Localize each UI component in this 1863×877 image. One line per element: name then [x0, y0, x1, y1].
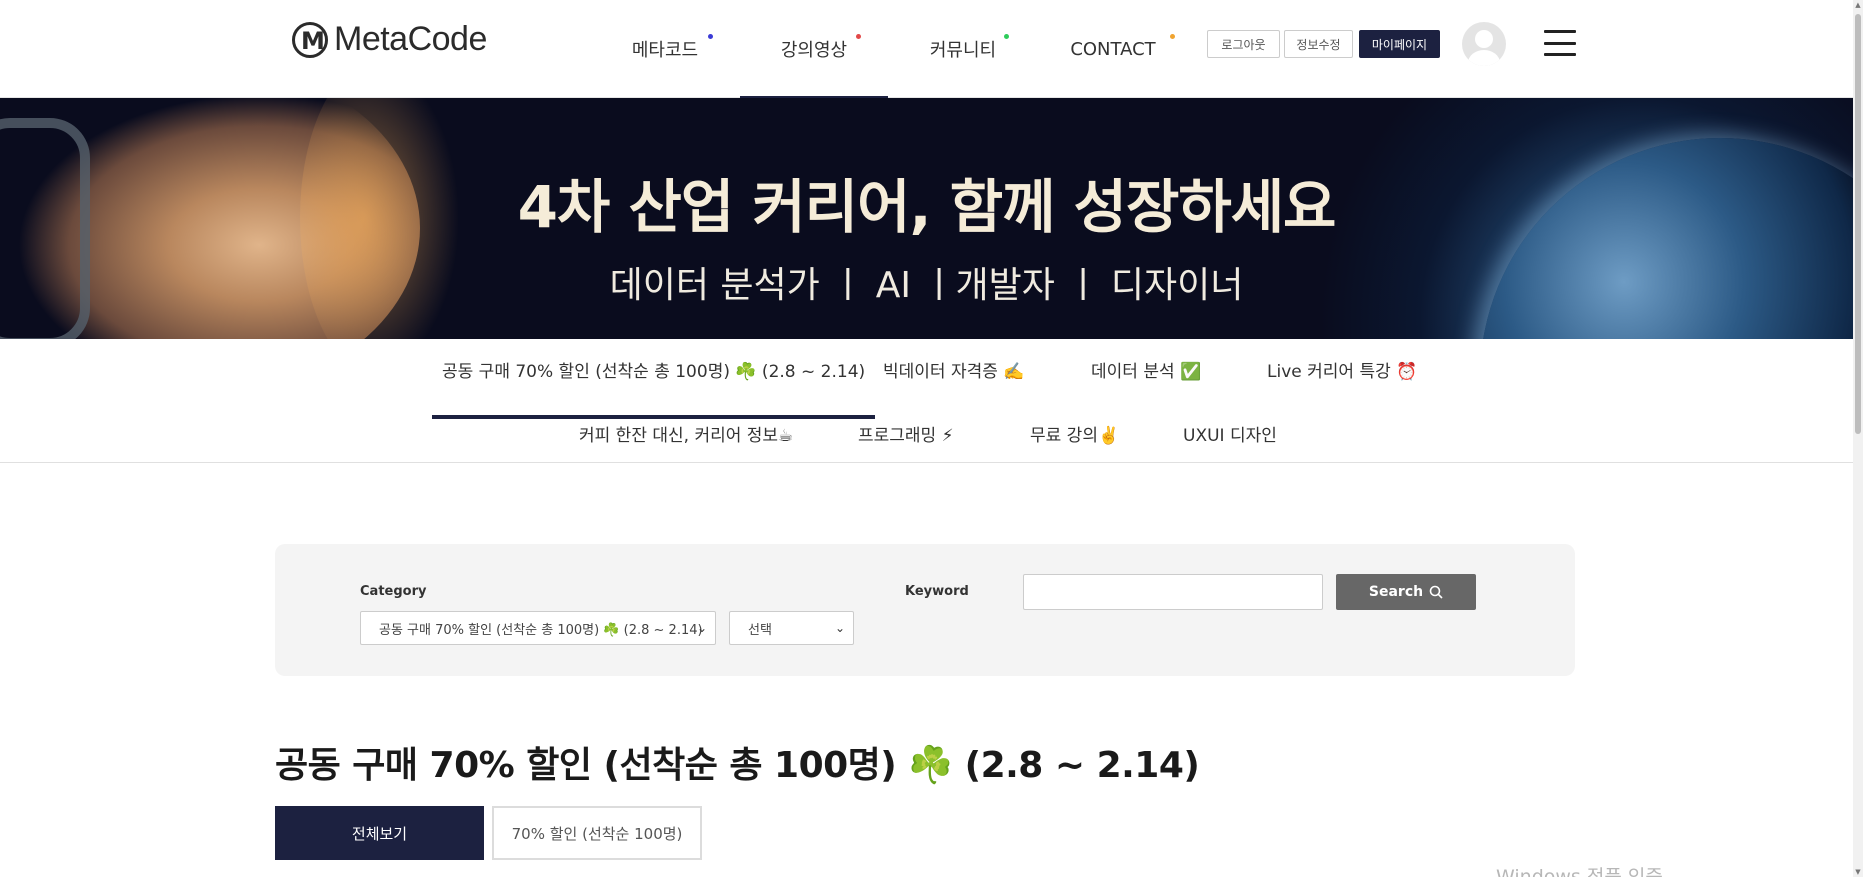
tab-group-buy[interactable]: 공동 구매 70% 할인 (선착순 총 100명) ☘️ (2.8 ~ 2.14…: [431, 357, 876, 419]
nav-item-label: CONTACT: [1070, 38, 1156, 60]
scroll-thumb[interactable]: [1855, 14, 1861, 434]
tab-data-analysis[interactable]: 데이터 분석 ✅: [1091, 357, 1201, 382]
subcategory-select-value: 선택: [748, 622, 772, 638]
nav-item-metacode[interactable]: 메타코드: [590, 0, 740, 98]
category-select-value: 공동 구매 70% 할인 (선착순 총 100명) ☘️ (2.8 ~ 2.14…: [379, 622, 703, 638]
site-header: M MetaCode 메타코드 강의영상 커뮤니티 CONTACT 로그아웃 정…: [0, 0, 1853, 99]
nav-item-contact[interactable]: CONTACT: [1038, 0, 1188, 98]
avatar[interactable]: [1462, 22, 1506, 66]
nav-dot-icon: [856, 34, 861, 39]
windows-activation-watermark: Windows 정품 인증: [1496, 866, 1663, 877]
subcategory-select[interactable]: 선택 ⌄: [729, 611, 854, 645]
nav-dot-icon: [1170, 34, 1175, 39]
scroll-down-icon[interactable]: ▼: [1853, 867, 1863, 877]
logo-text: MetaCode: [334, 20, 487, 58]
logout-button[interactable]: 로그아웃: [1207, 30, 1280, 58]
hero-title: 4차 산업 커리어, 함께 성장하세요: [517, 173, 1337, 241]
tab-free-lecture[interactable]: 무료 강의✌️: [1030, 421, 1119, 446]
hero-subtitle: 데이터 분석가 ㅣ AI ㅣ개발자 ㅣ 디자이너: [609, 265, 1244, 306]
logo-mark-letter: M: [301, 26, 325, 55]
search-icon: [1429, 585, 1443, 599]
nav-item-label: 메타코드: [631, 40, 699, 61]
nav-dot-icon: [708, 34, 713, 39]
logo-mark-icon: M: [292, 21, 328, 58]
chevron-down-icon: ⌄: [834, 621, 845, 635]
avatar-body-icon: [1468, 50, 1500, 66]
nav-item-label: 커뮤니티: [929, 40, 997, 61]
tab-uxui[interactable]: UXUI 디자인: [1183, 421, 1277, 446]
hamburger-line: [1544, 41, 1576, 45]
keyword-label: Keyword: [905, 584, 969, 599]
tab-live-career[interactable]: Live 커리어 특강 ⏰: [1267, 357, 1417, 382]
filter-all-button[interactable]: 전체보기: [275, 806, 484, 860]
scrollbar[interactable]: ▲ ▼: [1853, 0, 1863, 877]
search-button-label: Search: [1368, 584, 1424, 600]
nav-item-community[interactable]: 커뮤니티: [888, 0, 1038, 98]
hamburger-line: [1544, 30, 1576, 33]
hamburger-line: [1544, 53, 1576, 56]
category-tabs: 공동 구매 70% 할인 (선착순 총 100명) ☘️ (2.8 ~ 2.14…: [0, 339, 1853, 463]
avatar-head-icon: [1475, 30, 1493, 48]
hero-banner: 4차 산업 커리어, 함께 성장하세요 데이터 분석가 ㅣ AI ㅣ개발자 ㅣ …: [0, 98, 1853, 339]
hamburger-menu-icon[interactable]: [1544, 30, 1576, 56]
nav-dot-icon: [1004, 34, 1009, 39]
page-title: 공동 구매 70% 할인 (선착순 총 100명) ☘️ (2.8 ~ 2.14…: [275, 745, 1200, 786]
tab-career-info[interactable]: 커피 한잔 대신, 커리어 정보☕: [579, 421, 793, 446]
tab-programming[interactable]: 프로그래밍 ⚡: [858, 421, 954, 446]
logo[interactable]: M MetaCode: [292, 20, 487, 59]
category-label: Category: [360, 584, 427, 599]
filter-discount-button[interactable]: 70% 할인 (선착순 100명): [492, 806, 702, 860]
nav-item-label: 강의영상: [780, 40, 848, 61]
category-select[interactable]: 공동 구매 70% 할인 (선착순 총 100명) ☘️ (2.8 ~ 2.14…: [360, 611, 716, 645]
search-panel: Category 공동 구매 70% 할인 (선착순 총 100명) ☘️ (2…: [275, 544, 1575, 676]
edit-info-button[interactable]: 정보수정: [1284, 30, 1353, 58]
scroll-up-icon[interactable]: ▲: [1853, 0, 1863, 10]
tab-bigdata-cert[interactable]: 빅데이터 자격증 ✍️: [883, 357, 1024, 382]
main-nav: 메타코드 강의영상 커뮤니티 CONTACT: [590, 0, 1188, 99]
nav-item-lectures[interactable]: 강의영상: [740, 0, 888, 99]
search-button[interactable]: Search: [1336, 574, 1476, 610]
chevron-down-icon: ⌄: [696, 621, 707, 635]
keyword-input[interactable]: [1023, 574, 1323, 610]
mypage-button[interactable]: 마이페이지: [1359, 30, 1440, 58]
